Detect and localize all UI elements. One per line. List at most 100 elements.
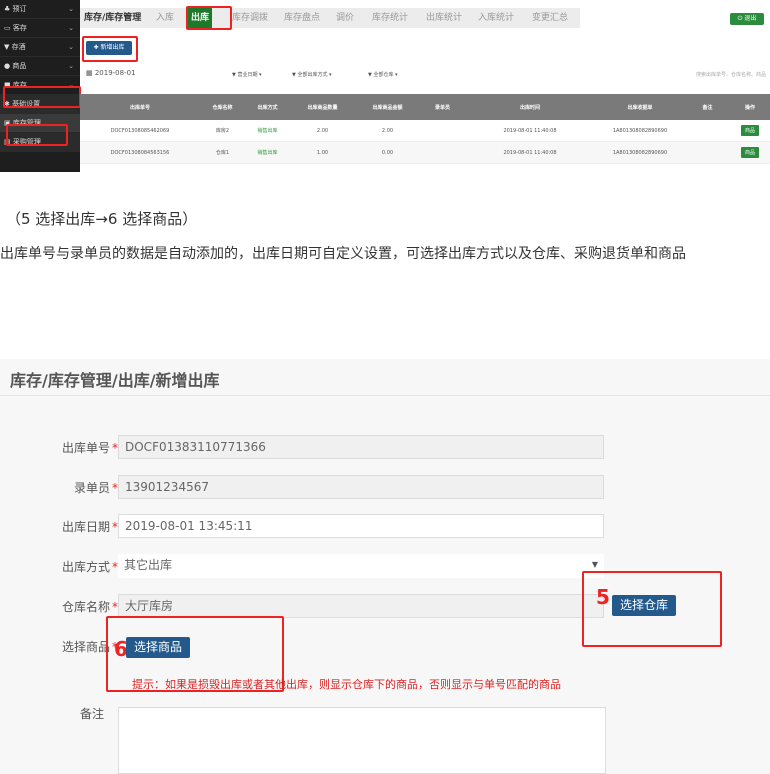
cell-order-no: DOCF01308085462069 <box>110 127 170 134</box>
cell-warehouse: 库房2 <box>215 128 230 134</box>
cell-qty: 1.00 <box>316 149 329 156</box>
column-header: 出库时间 <box>519 104 540 111</box>
cell-method: 销售出库 <box>257 128 278 134</box>
cell-method: 销售出库 <box>257 150 278 156</box>
label-text: 出库单号 <box>61 441 110 455</box>
warehouse-field[interactable]: 大厅库房 <box>118 594 604 618</box>
sidebar-item-label: 存酒 <box>11 43 26 51</box>
cell-receipt: 1A801308082890690 <box>612 127 668 134</box>
sidebar-item-label: 库存 <box>12 81 27 89</box>
column-header: 出库商品数量 <box>307 104 338 111</box>
cell-receipt: 1A801308082890690 <box>612 149 668 156</box>
sidebar: ♣ 预订 ⌄ ▭ 客存 ⌄ ▼ 存酒 ⌄ ● 商品 ⌄ ■ 库存 ⌄ ✱ 基础设置 ▣ 库… <box>0 0 80 172</box>
sidebar-item-label: 预订 <box>12 5 27 13</box>
tab-price-adjust[interactable]: 调价 <box>336 8 354 28</box>
cell-clerk <box>420 120 465 141</box>
main-area: 库存/库存管理 入库 出库 库存调拨 库存盘点 调价 库存统计 出库统计 入库统… <box>80 0 770 172</box>
sidebar-item-label: 商品 <box>12 62 27 70</box>
warehouse-label: 仓库名称 * <box>62 598 118 615</box>
new-stock-out-button[interactable]: ✚ 新增出库 <box>86 41 132 55</box>
tab-inbound-stats[interactable]: 入库统计 <box>478 8 514 28</box>
date-filter-value: 2019-08-01 <box>94 69 136 77</box>
cell-operation: 商品 <box>730 142 770 163</box>
column-header: 备注 <box>702 104 713 111</box>
tab-outbound-stats[interactable]: 出库统计 <box>426 8 462 28</box>
tab-inventory-management[interactable]: 库存/库存管理 <box>84 8 141 28</box>
sidebar-sub-inventory-management[interactable]: ▣ 库存管理 <box>0 114 80 133</box>
tab-stocktake[interactable]: 库存盘点 <box>284 8 320 28</box>
filter-business-date[interactable]: ▼ 营业日期 ▾ <box>232 71 262 78</box>
select-warehouse-button[interactable]: 选择仓库 <box>612 595 677 616</box>
sidebar-item-booking[interactable]: ♣ 预订 ⌄ <box>0 0 80 19</box>
filter-label: 全部出库方式 <box>297 72 328 78</box>
remark-label: 备注 <box>79 707 104 721</box>
cell-time: 2019-08-01 11:40:08 <box>503 149 557 156</box>
filter-warehouse[interactable]: ▼ 全部仓库 ▾ <box>368 71 398 78</box>
remark-textarea[interactable] <box>118 707 606 774</box>
sidebar-sub-basic-settings[interactable]: ✱ 基础设置 <box>0 95 80 114</box>
tab-stock-in[interactable]: 入库 <box>156 8 174 28</box>
column-header: 出库商品金额 <box>372 104 403 111</box>
sidebar-sub-purchase-management[interactable]: ▤ 采购管理 <box>0 133 80 152</box>
new-stock-out-label: 新增出库 <box>100 44 125 51</box>
goods-button[interactable]: 商品 <box>740 125 759 136</box>
chevron-down-icon: ⌄ <box>68 24 74 32</box>
table-header: 出库单号 仓库名称 出库方式 出库商品数量 出库商品金额 录单员 出库时间 出库… <box>80 94 770 120</box>
sidebar-item-wine-storage[interactable]: ▼ 存酒 ⌄ <box>0 38 80 57</box>
column-header: 操作 <box>744 104 755 111</box>
order-no-label: 出库单号 * <box>62 439 118 456</box>
label-text: 录单员 <box>73 481 110 495</box>
label-text: 出库方式 <box>61 560 110 574</box>
method-select[interactable]: 其它出库 ▼ <box>118 554 604 578</box>
tab-inventory-stats[interactable]: 库存统计 <box>372 8 408 28</box>
filter-label: 营业日期 <box>237 72 258 78</box>
cell-time: 2019-08-01 11:40:08 <box>503 127 557 134</box>
form-title: 库存/库存管理/出库/新增出库 <box>10 371 220 390</box>
clerk-field[interactable]: 13901234567 <box>118 475 604 499</box>
sidebar-item-inventory[interactable]: ■ 库存 ⌄ <box>0 76 80 95</box>
label-text: 仓库名称 <box>61 600 110 614</box>
select-goods-button[interactable]: 选择商品 <box>126 637 191 658</box>
cell-amount: 2.00 <box>381 127 394 134</box>
chevron-down-icon: ⌄ <box>68 43 74 51</box>
tab-stock-out[interactable]: 出库 <box>188 8 213 28</box>
sidebar-sub-label: 基础设置 <box>12 100 41 108</box>
new-stock-out-form: 库存/库存管理/出库/新增出库 出库单号 * DOCF01383110771366… <box>0 359 770 774</box>
stock-out-table: 出库单号 仓库名称 出库方式 出库商品数量 出库商品金额 录单员 出库时间 出库… <box>80 94 770 164</box>
goods-button[interactable]: 商品 <box>740 147 759 158</box>
exit-button[interactable]: ⏻ 退出 <box>730 13 764 25</box>
sidebar-sub-label: 采购管理 <box>12 138 41 146</box>
column-header: 出库方式 <box>257 104 278 111</box>
date-filter[interactable]: ▦ 2019-08-01 <box>86 69 136 77</box>
sidebar-sub-label: 库存管理 <box>12 119 41 127</box>
column-header: 出库收据单 <box>627 104 653 111</box>
date-label: 出库日期 * <box>62 518 118 535</box>
column-header: 出库单号 <box>129 104 150 111</box>
filter-stock-out-method[interactable]: ▼ 全部出库方式 ▾ <box>292 71 332 78</box>
caret-down-icon: ▼ <box>591 560 598 569</box>
exit-label: 退出 <box>744 15 757 22</box>
search-input[interactable]: 搜索出库单号、仓库名称、商品 <box>656 69 766 81</box>
goods-label: 选择商品 * <box>62 638 118 655</box>
date-field[interactable]: 2019-08-01 13:45:11 <box>118 514 604 538</box>
order-no-field[interactable]: DOCF01383110771366 <box>118 435 604 459</box>
table-row: DOCF01308085462069 库房2 销售出库 2.00 2.00 20… <box>80 120 770 142</box>
tab-bar: 库存/库存管理 入库 出库 库存调拨 库存盘点 调价 库存统计 出库统计 入库统… <box>80 8 580 28</box>
chevron-down-icon: ⌄ <box>68 5 74 13</box>
label-text: 出库日期 <box>61 520 110 534</box>
cell-order-no: DOCF01308084563156 <box>110 149 170 156</box>
cell-warehouse: 仓库1 <box>215 150 230 156</box>
method-select-value: 其它出库 <box>124 558 173 572</box>
tab-transfer[interactable]: 库存调拨 <box>232 8 268 28</box>
tab-change-summary[interactable]: 变更汇总 <box>532 8 568 28</box>
sidebar-item-guest-storage[interactable]: ▭ 客存 ⌄ <box>0 19 80 38</box>
hint-text: 提示：如果是损毁出库或者其他出库，则显示仓库下的商品，否则显示与单号匹配的商品 <box>132 678 561 691</box>
filter-label: 全部仓库 <box>373 72 394 78</box>
cell-remark <box>685 142 730 163</box>
step-number-5: 5 <box>596 585 610 609</box>
sidebar-item-goods[interactable]: ● 商品 ⌄ <box>0 57 80 76</box>
clerk-label: 录单员 * <box>74 479 118 496</box>
chevron-down-icon: ⌄ <box>68 81 74 89</box>
cell-clerk <box>420 142 465 163</box>
description-paragraph: 出库单号与录单员的数据是自动添加的，出库日期可自定义设置，可选择出库方式以及仓库… <box>0 246 686 262</box>
